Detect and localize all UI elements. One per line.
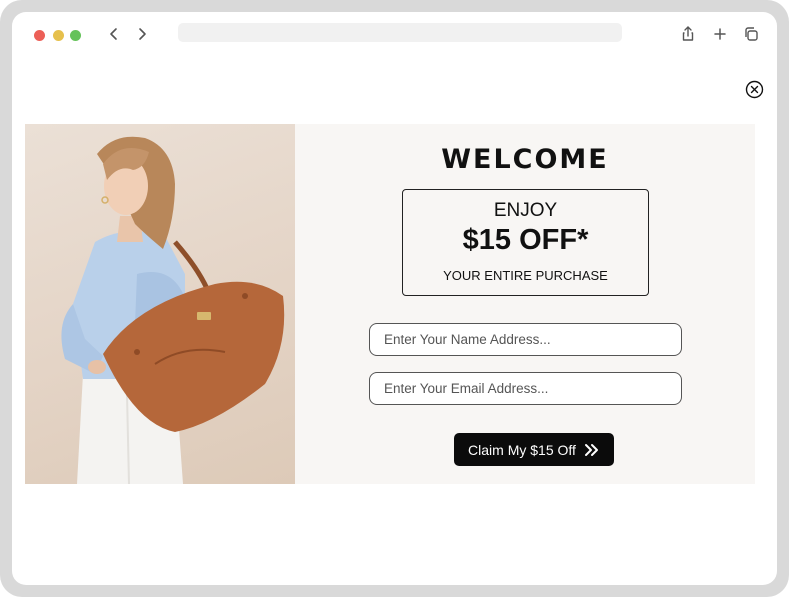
forward-chevron-icon[interactable] [134, 25, 150, 43]
offer-scope: YOUR ENTIRE PURCHASE [443, 268, 608, 283]
offer-content: WELCOME ENJOY $15 OFF* YOUR ENTIRE PURCH… [295, 124, 755, 484]
hero-image [25, 124, 295, 484]
offer-box: ENJOY $15 OFF* YOUR ENTIRE PURCHASE [402, 189, 649, 296]
welcome-heading: WELCOME [441, 144, 609, 175]
address-bar[interactable] [178, 23, 622, 42]
offer-amount: $15 OFF* [462, 224, 589, 256]
email-input[interactable] [369, 372, 682, 405]
claim-offer-button[interactable]: Claim My $15 Off [454, 433, 614, 466]
browser-toolbar [12, 12, 777, 58]
minimize-window-dot[interactable] [53, 30, 64, 41]
device-frame: WELCOME ENJOY $15 OFF* YOUR ENTIRE PURCH… [0, 0, 789, 597]
maximize-window-dot[interactable] [70, 30, 81, 41]
claim-offer-label: Claim My $15 Off [468, 441, 576, 458]
welcome-offer-popup: WELCOME ENJOY $15 OFF* YOUR ENTIRE PURCH… [25, 124, 755, 484]
double-chevron-right-icon [584, 443, 600, 457]
new-tab-plus-icon[interactable] [712, 25, 728, 43]
model-with-tote-illustration [61, 136, 285, 484]
browser-window: WELCOME ENJOY $15 OFF* YOUR ENTIRE PURCH… [12, 12, 777, 585]
close-window-dot[interactable] [34, 30, 45, 41]
tab-overview-icon[interactable] [743, 25, 759, 43]
name-input[interactable] [369, 323, 682, 356]
share-icon[interactable] [680, 25, 696, 43]
back-chevron-icon[interactable] [106, 25, 122, 43]
close-icon[interactable] [745, 80, 764, 99]
offer-enjoy: ENJOY [493, 200, 558, 221]
